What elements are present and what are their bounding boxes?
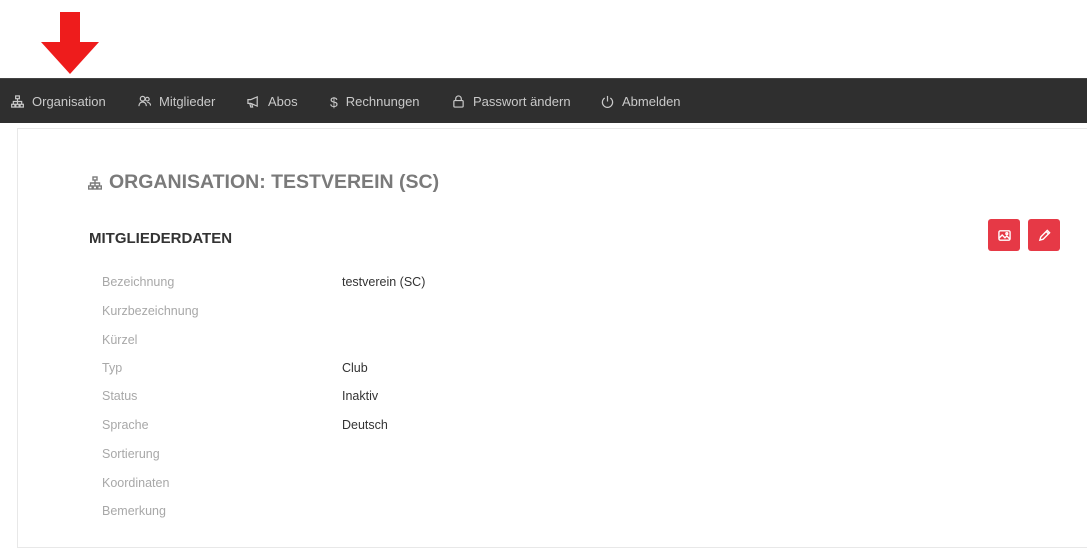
- megaphone-icon: [247, 95, 258, 108]
- image-icon: [997, 229, 1011, 241]
- nav-item-rechnungen[interactable]: $ Rechnungen: [330, 79, 420, 124]
- field-label: Bezeichnung: [102, 275, 175, 289]
- nav-item-label: Rechnungen: [345, 94, 420, 109]
- sitemap-icon: [88, 175, 102, 190]
- dollar-icon: $: [330, 93, 338, 110]
- field-label: Sprache: [102, 418, 149, 432]
- field-row-bemerkung: Bemerkung: [102, 501, 342, 521]
- field-label: Typ: [102, 361, 123, 375]
- nav-item-mitglieder[interactable]: Mitglieder: [138, 79, 215, 124]
- nav-item-passwort-aendern[interactable]: Passwort ändern: [452, 79, 571, 124]
- nav-item-label: Abos: [268, 94, 298, 109]
- page-title-text: ORGANISATION: TESTVEREIN (SC): [109, 171, 440, 193]
- edit-button[interactable]: [1028, 219, 1060, 251]
- users-icon: [138, 95, 151, 107]
- pointer-arrow-icon: [41, 12, 99, 74]
- field-value: testverein (SC): [342, 275, 426, 289]
- field-label: Bemerkung: [102, 504, 166, 518]
- pencil-icon: [1038, 228, 1051, 241]
- nav-item-abmelden[interactable]: Abmelden: [601, 79, 681, 124]
- nav-item-label: Mitglieder: [159, 94, 216, 109]
- power-icon: [601, 95, 614, 108]
- field-label: Kürzel: [102, 333, 138, 347]
- lock-icon: [453, 95, 464, 108]
- field-row-status: Status Inaktiv: [102, 386, 378, 406]
- field-value: Inaktiv: [342, 389, 379, 403]
- section-title: MITGLIEDERDATEN: [89, 230, 233, 247]
- field-label: Status: [102, 389, 138, 403]
- sitemap-icon: [11, 95, 24, 108]
- nav-item-label: Abmelden: [622, 94, 681, 109]
- field-row-sprache: Sprache Deutsch: [102, 415, 388, 435]
- page-title: ORGANISATION: TESTVEREIN (SC): [88, 171, 439, 194]
- field-label: Sortierung: [102, 447, 160, 461]
- field-row-kuerzel: Kürzel: [102, 330, 342, 350]
- field-row-koordinaten: Koordinaten: [102, 473, 342, 493]
- field-label: Koordinaten: [102, 476, 170, 490]
- nav-item-organisation[interactable]: Organisation: [11, 79, 106, 124]
- field-row-sortierung: Sortierung: [102, 444, 342, 464]
- field-row-kurzbezeichnung: Kurzbezeichnung: [102, 301, 342, 321]
- image-button[interactable]: [988, 219, 1020, 251]
- nav-item-label: Passwort ändern: [473, 94, 571, 109]
- field-value: Deutsch: [342, 418, 388, 432]
- field-label: Kurzbezeichnung: [102, 304, 199, 318]
- field-row-bezeichnung: Bezeichnung testverein (SC): [102, 272, 425, 292]
- nav-item-label: Organisation: [32, 94, 106, 109]
- top-navbar: Organisation Mitglieder Abos $ Rechnunge…: [0, 78, 1087, 123]
- field-value: Club: [342, 361, 368, 375]
- nav-item-abos[interactable]: Abos: [247, 79, 298, 124]
- field-row-typ: Typ Club: [102, 358, 368, 378]
